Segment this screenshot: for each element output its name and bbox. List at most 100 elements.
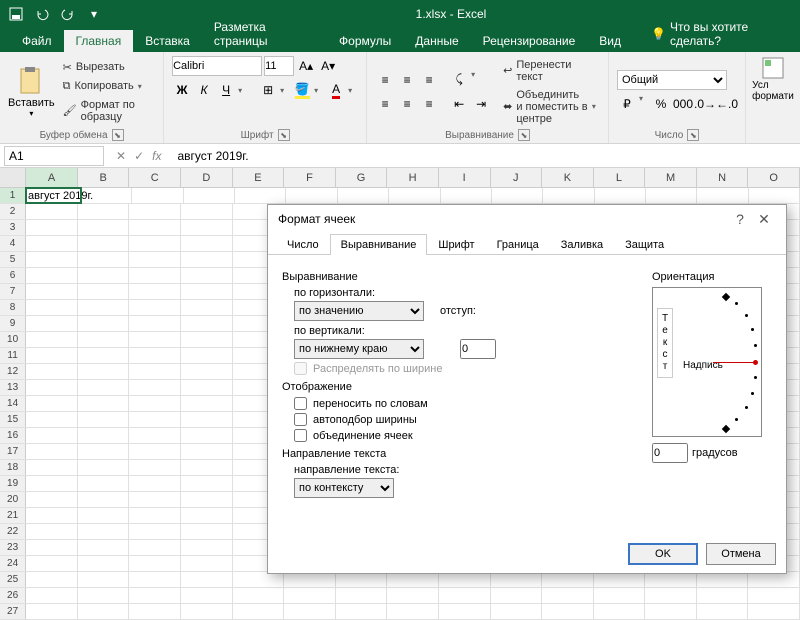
cell[interactable] bbox=[26, 508, 78, 523]
cell[interactable] bbox=[748, 604, 800, 619]
cell[interactable] bbox=[129, 396, 181, 411]
cell[interactable] bbox=[645, 572, 697, 587]
horizontal-select[interactable]: по значению bbox=[294, 301, 424, 321]
cell[interactable] bbox=[491, 604, 543, 619]
cell[interactable] bbox=[181, 284, 233, 299]
cell[interactable] bbox=[645, 604, 697, 619]
increase-font-icon[interactable]: A▴ bbox=[296, 56, 316, 76]
cell[interactable] bbox=[129, 540, 181, 555]
cell[interactable] bbox=[26, 364, 78, 379]
cell[interactable] bbox=[129, 204, 181, 219]
row-header-20[interactable]: 20 bbox=[0, 492, 26, 507]
name-box[interactable] bbox=[4, 146, 104, 166]
help-icon[interactable]: ? bbox=[728, 211, 752, 227]
cancel-formula-icon[interactable]: ✕ bbox=[116, 149, 126, 163]
col-header-E[interactable]: E bbox=[233, 168, 285, 187]
cell[interactable] bbox=[748, 588, 800, 603]
cell[interactable] bbox=[233, 572, 285, 587]
cell[interactable] bbox=[26, 572, 78, 587]
enter-formula-icon[interactable]: ✓ bbox=[134, 149, 144, 163]
cell[interactable] bbox=[595, 188, 646, 203]
cell[interactable] bbox=[26, 316, 78, 331]
cell[interactable] bbox=[129, 556, 181, 571]
dlg-tab-alignment[interactable]: Выравнивание bbox=[330, 234, 428, 255]
cell[interactable] bbox=[129, 300, 181, 315]
degrees-stepper[interactable] bbox=[652, 443, 688, 463]
format-painter-button[interactable]: 🖌Формат по образцу bbox=[59, 97, 155, 125]
cell[interactable] bbox=[387, 572, 439, 587]
row-header-27[interactable]: 27 bbox=[0, 604, 26, 619]
cell[interactable] bbox=[284, 588, 336, 603]
cell[interactable] bbox=[26, 460, 78, 475]
cell[interactable] bbox=[336, 604, 388, 619]
col-header-F[interactable]: F bbox=[284, 168, 336, 187]
cell[interactable] bbox=[542, 604, 594, 619]
cell[interactable] bbox=[26, 220, 78, 235]
row-header-1[interactable]: 1 bbox=[0, 188, 26, 203]
cell[interactable] bbox=[26, 444, 78, 459]
percent-button[interactable]: % bbox=[651, 94, 671, 114]
cell[interactable] bbox=[439, 572, 491, 587]
cell[interactable] bbox=[336, 588, 388, 603]
cell[interactable] bbox=[129, 412, 181, 427]
cell[interactable] bbox=[181, 524, 233, 539]
dlg-tab-protection[interactable]: Защита bbox=[614, 234, 675, 255]
col-header-I[interactable]: I bbox=[439, 168, 491, 187]
cell[interactable] bbox=[181, 476, 233, 491]
cell[interactable] bbox=[78, 300, 130, 315]
row-header-15[interactable]: 15 bbox=[0, 412, 26, 427]
row-header-10[interactable]: 10 bbox=[0, 332, 26, 347]
row-header-7[interactable]: 7 bbox=[0, 284, 26, 299]
row-header-21[interactable]: 21 bbox=[0, 508, 26, 523]
tab-formulas[interactable]: Формулы bbox=[327, 30, 403, 52]
decrease-decimal-icon[interactable]: ←.0 bbox=[717, 94, 737, 114]
cell[interactable] bbox=[181, 572, 233, 587]
cell[interactable] bbox=[78, 316, 130, 331]
indent-stepper[interactable] bbox=[460, 339, 496, 359]
cell[interactable] bbox=[129, 572, 181, 587]
tab-data[interactable]: Данные bbox=[403, 30, 470, 52]
fill-color-button[interactable]: 🪣 bbox=[292, 80, 312, 100]
cell[interactable] bbox=[78, 412, 130, 427]
row-header-25[interactable]: 25 bbox=[0, 572, 26, 587]
alignment-dialog-launcher[interactable]: ⬊ bbox=[518, 129, 530, 141]
vertical-text-button[interactable]: Текст bbox=[657, 308, 673, 378]
row-header-3[interactable]: 3 bbox=[0, 220, 26, 235]
cell[interactable] bbox=[26, 284, 78, 299]
cell[interactable] bbox=[78, 364, 130, 379]
tab-view[interactable]: Вид bbox=[587, 30, 633, 52]
cell[interactable] bbox=[645, 588, 697, 603]
row-header-11[interactable]: 11 bbox=[0, 348, 26, 363]
italic-button[interactable]: К bbox=[194, 80, 214, 100]
cell[interactable] bbox=[129, 284, 181, 299]
cell[interactable] bbox=[542, 588, 594, 603]
col-header-M[interactable]: M bbox=[645, 168, 697, 187]
cell[interactable] bbox=[543, 188, 594, 203]
cell[interactable] bbox=[181, 412, 233, 427]
paste-button[interactable]: Вставить ▾ bbox=[8, 56, 55, 127]
tab-home[interactable]: Главная bbox=[64, 30, 134, 52]
cell[interactable] bbox=[26, 396, 78, 411]
cell[interactable] bbox=[129, 316, 181, 331]
cell[interactable] bbox=[26, 252, 78, 267]
ok-button[interactable]: OK bbox=[628, 543, 698, 565]
row-header-24[interactable]: 24 bbox=[0, 556, 26, 571]
cell[interactable] bbox=[181, 204, 233, 219]
cell[interactable] bbox=[181, 316, 233, 331]
cell[interactable] bbox=[748, 572, 800, 587]
row-header-2[interactable]: 2 bbox=[0, 204, 26, 219]
cell[interactable] bbox=[129, 348, 181, 363]
cell[interactable] bbox=[181, 332, 233, 347]
cell[interactable] bbox=[78, 556, 130, 571]
cell[interactable] bbox=[181, 364, 233, 379]
cell[interactable] bbox=[78, 332, 130, 347]
cell[interactable] bbox=[78, 572, 130, 587]
number-dialog-launcher[interactable]: ⬊ bbox=[687, 129, 699, 141]
cell[interactable] bbox=[235, 188, 286, 203]
cell[interactable] bbox=[542, 572, 594, 587]
cell[interactable] bbox=[78, 444, 130, 459]
cell[interactable] bbox=[78, 508, 130, 523]
cell[interactable] bbox=[181, 588, 233, 603]
cell[interactable] bbox=[78, 604, 130, 619]
decrease-indent-icon[interactable]: ⇤ bbox=[449, 94, 469, 114]
